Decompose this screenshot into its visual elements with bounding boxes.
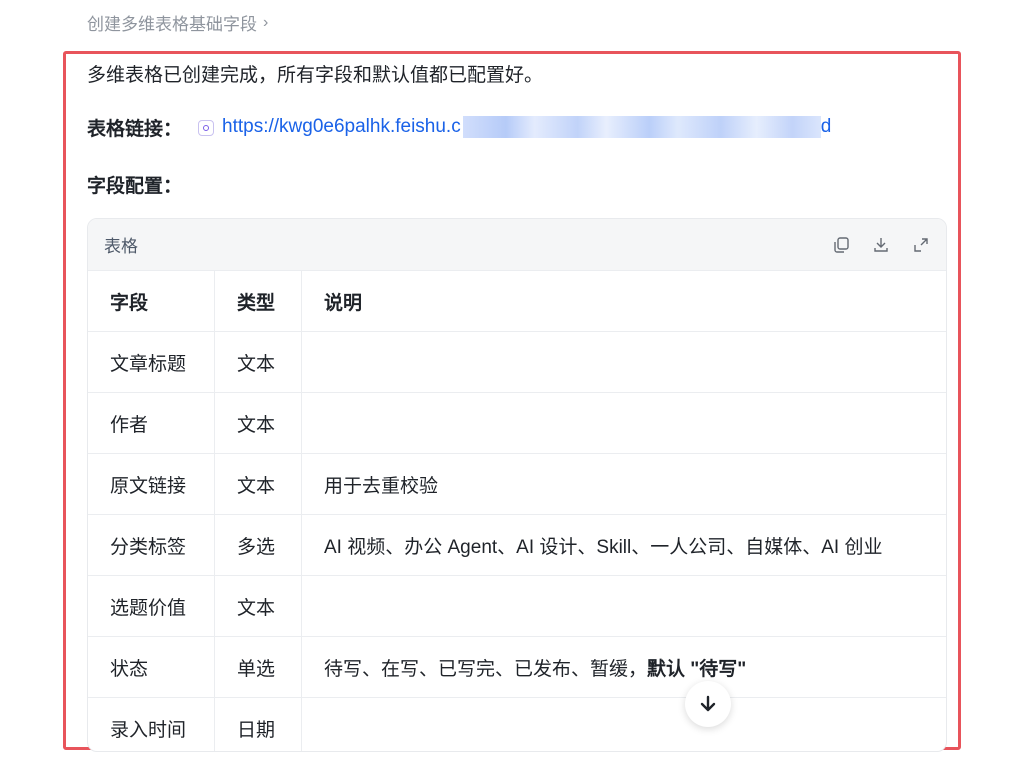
cell-type: 文本: [214, 331, 302, 393]
cell-desc-text: AI 视频、办公 Agent、AI 设计、Skill、一人公司、自媒体、AI 创…: [324, 536, 883, 558]
expand-icon[interactable]: [912, 236, 930, 254]
cell-desc-default: 默认 "待写": [647, 658, 747, 680]
table-link-text: https://kwg0e6palhk.feishu.c: [222, 116, 461, 138]
cell-desc: 待写、在写、已写完、已发布、暂缓，默认 "待写": [301, 636, 946, 698]
scroll-down-button[interactable]: [685, 681, 731, 727]
table-row: 分类标签 多选 AI 视频、办公 Agent、AI 设计、Skill、一人公司、…: [88, 514, 946, 576]
table-card-header: 表格: [88, 219, 946, 271]
download-icon[interactable]: [872, 236, 890, 254]
cell-field: 原文链接: [88, 453, 215, 515]
cell-desc-text: 待写、在写、已写完、已发布、暂缓，: [324, 658, 648, 680]
table-link-tail: d: [820, 116, 832, 138]
header-desc: 说明: [301, 271, 946, 332]
chevron-right-icon: ›: [263, 13, 269, 31]
cell-type: 文本: [214, 575, 302, 637]
table-link-label: 表格链接：: [87, 119, 183, 140]
field-config-title: 字段配置：: [87, 176, 183, 197]
completion-message: 多维表格已创建完成，所有字段和默认值都已配置好。: [87, 65, 544, 86]
cell-field: 状态: [88, 636, 215, 698]
breadcrumb-label: 创建多维表格基础字段: [87, 15, 257, 34]
cell-field: 分类标签: [88, 514, 215, 576]
table-row: 录入时间 日期: [88, 697, 946, 751]
cell-type: 文本: [214, 392, 302, 454]
header-field: 字段: [88, 271, 215, 332]
copy-icon[interactable]: [832, 236, 850, 254]
table-header-row: 字段 类型 说明: [88, 271, 946, 332]
table-row: 文章标题 文本: [88, 331, 946, 393]
cell-desc: 用于去重校验: [301, 453, 946, 515]
table-row: 选题价值 文本: [88, 575, 946, 637]
bitable-icon: [198, 119, 215, 136]
table-row: 作者 文本: [88, 392, 946, 454]
table-card-tools: [832, 236, 930, 254]
table-card-title: 表格: [104, 237, 138, 256]
redacted-blur: [462, 116, 821, 139]
cell-type: 日期: [214, 697, 302, 751]
cell-field: 选题价值: [88, 575, 215, 637]
cell-desc: [301, 575, 946, 637]
table-link[interactable]: https://kwg0e6palhk.feishu.c d: [222, 116, 832, 139]
table-row: 原文链接 文本 用于去重校验: [88, 453, 946, 515]
cell-field: 录入时间: [88, 697, 215, 751]
cell-desc: [301, 697, 946, 751]
cell-type: 多选: [214, 514, 302, 576]
cell-desc: [301, 331, 946, 393]
table-card: 表格 字段 类型 说明 文章标题 文本 作者 文本 原文链接 文本 用于去重校验…: [87, 218, 947, 752]
cell-desc: AI 视频、办公 Agent、AI 设计、Skill、一人公司、自媒体、AI 创…: [301, 514, 946, 576]
cell-desc-text: 用于去重校验: [324, 475, 439, 497]
cell-field: 文章标题: [88, 331, 215, 393]
table-row: 状态 单选 待写、在写、已写完、已发布、暂缓，默认 "待写": [88, 636, 946, 698]
cell-field: 作者: [88, 392, 215, 454]
header-type: 类型: [214, 271, 302, 332]
arrow-down-icon: [700, 695, 716, 712]
table-link-line: 表格链接： https://kwg0e6palhk.feishu.c d: [87, 114, 831, 141]
cell-type: 单选: [214, 636, 302, 698]
cell-desc: [301, 392, 946, 454]
breadcrumb[interactable]: 创建多维表格基础字段 ›: [87, 10, 268, 35]
cell-type: 文本: [214, 453, 302, 515]
fields-table: 字段 类型 说明 文章标题 文本 作者 文本 原文链接 文本 用于去重校验 分类…: [88, 271, 946, 751]
